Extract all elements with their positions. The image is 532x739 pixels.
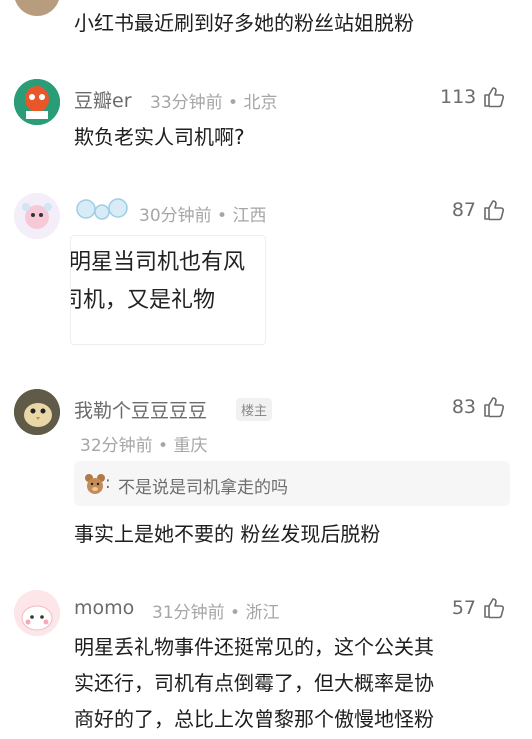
bear-emoji-icon [85,474,105,494]
comment-meta: 31分钟前 • 浙江 [152,598,279,623]
username[interactable]: 我勒个豆豆豆豆 [74,396,207,423]
avatar[interactable] [14,389,60,435]
comment-location: 江西 [232,206,267,226]
bubbles-icon [76,198,128,220]
username[interactable]: momo [74,597,134,619]
comment-time: 30分钟前 [139,206,212,226]
separator-dot: • [228,93,239,113]
comment-text-line: 明星丢礼物事件还挺常见的，这个公关其 [74,635,434,659]
separator-dot: • [230,603,241,623]
avatar[interactable] [14,79,60,125]
thumbs-up-icon[interactable] [482,395,506,419]
comment-text: 欺负老实人司机啊? [74,125,245,149]
like-count: 113 [440,86,477,108]
thumbs-up-icon[interactable] [482,198,506,222]
comment-text: 小红书最近刷到好多她的粉丝站姐脱粉 [74,11,414,35]
like-count: 83 [451,396,476,418]
avatar[interactable] [14,193,60,239]
comment-text-line: 实还行，司机有点倒霉了，但大概率是协 [74,671,434,695]
separator-dot: • [217,206,228,226]
comment-time: 32分钟前 [80,436,153,456]
avatar-image [14,193,60,239]
comment-image[interactable]: 明星当司机也有风 司机，又是礼物 [70,235,266,345]
comment-meta: 30分钟前 • 江西 [139,201,266,226]
like-count: 57 [451,597,476,619]
thumbs-up-icon[interactable] [482,596,506,620]
comment-meta: 32分钟前 • 重庆 [80,431,207,456]
author-badge: 楼主 [236,398,273,421]
quote-text: 不是说是司机拿走的吗 [118,478,288,498]
username[interactable]: 豆瓣er [74,86,132,113]
comment-location: 北京 [243,93,278,113]
comment-meta: 33分钟前 • 北京 [150,88,277,113]
image-text-line: 司机，又是礼物 [70,288,216,313]
comment-time: 33分钟前 [150,93,223,113]
comment-location: 浙江 [245,603,280,623]
like-count: 87 [451,199,476,221]
thumbs-up-icon[interactable] [482,85,506,109]
separator-dot: • [158,436,169,456]
avatar-image [14,79,60,125]
avatar-image [14,389,60,435]
comment-location: 重庆 [173,436,208,456]
quote-separator: : [105,473,111,493]
avatar[interactable] [14,0,60,16]
avatar-image [14,590,60,636]
image-text-line: 明星当司机也有风 [70,250,246,275]
avatar[interactable] [14,590,60,636]
comment-text: 事实上是她不要的 粉丝发现后脱粉 [74,522,381,546]
comment-text-line: 商好的了，总比上次曾黎那个傲慢地怪粉 [74,707,434,731]
comment-time: 31分钟前 [152,603,225,623]
